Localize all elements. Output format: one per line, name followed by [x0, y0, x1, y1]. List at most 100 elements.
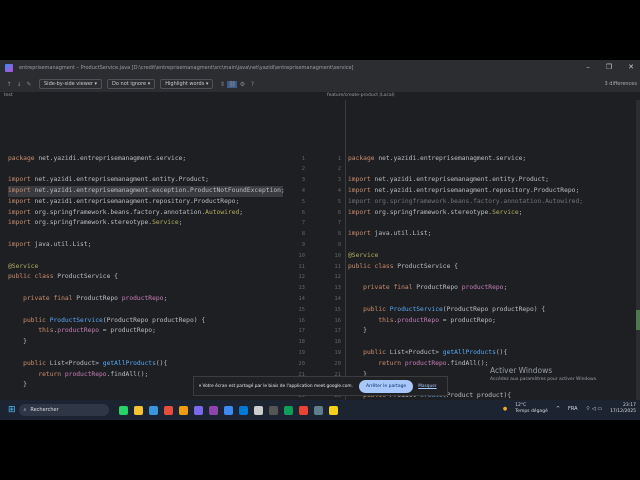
right-file-header: feature/create-product (Local)	[327, 93, 395, 98]
highlight-dropdown[interactable]: Highlight words ▾	[160, 79, 214, 89]
next-difference-icon[interactable]: ↓	[14, 81, 24, 88]
line-number: 12	[334, 274, 341, 281]
stop-sharing-button[interactable]: Arrêter le partage	[358, 379, 414, 393]
code-token: .findAll();	[446, 359, 489, 367]
clock[interactable]: 23:17 17/12/2025	[610, 403, 636, 415]
code-token: net.yazidi.entreprisemanagment.service;	[378, 154, 527, 162]
taskbar-search[interactable]: ⌕ Rechercher	[18, 404, 109, 416]
scrollbar[interactable]	[636, 100, 640, 400]
search-icon: ⌕	[23, 407, 27, 413]
code-token: return	[8, 370, 65, 378]
line-number: 1	[301, 155, 305, 162]
line-number: 4	[301, 188, 305, 194]
code-token: productRepo	[64, 370, 107, 378]
code-token: public	[8, 359, 50, 367]
line-number: 2	[337, 166, 341, 173]
intellij-logo-icon	[5, 64, 13, 72]
line-number: 6	[337, 209, 341, 216]
line-number: 3	[337, 177, 341, 184]
wifi-volume-battery-icon[interactable]: ⌔ ◁ ▭	[586, 406, 602, 412]
taskbar-app-icon[interactable]	[148, 405, 158, 415]
hide-button[interactable]: Masquer	[418, 384, 436, 389]
code-token: ;	[503, 284, 508, 292]
settings-icon[interactable]: ⚙	[237, 81, 247, 88]
code-token: ;	[239, 208, 244, 216]
editor-divider	[345, 100, 346, 400]
chevron-up-icon[interactable]: ^	[556, 406, 560, 412]
taskbar-app-icon[interactable]	[283, 405, 293, 415]
taskbar-app-icon[interactable]	[298, 405, 308, 415]
code-token: public class	[8, 273, 58, 281]
taskbar-app-icon[interactable]	[223, 405, 233, 415]
line-number: 17	[298, 328, 305, 335]
line-number: 14	[334, 296, 341, 302]
left-editor[interactable]: package net.yazidi.entreprisemanagment.s…	[8, 100, 285, 400]
taskbar-app-icon[interactable]	[328, 405, 338, 415]
code-token: import	[8, 219, 35, 227]
taskbar-app-icon[interactable]	[208, 405, 218, 415]
ignore-dropdown[interactable]: Do not ignore ▾	[107, 79, 156, 89]
help-icon[interactable]: ?	[247, 81, 257, 88]
code-line: import java.util.List;	[8, 240, 283, 251]
left-file-header: test	[4, 93, 13, 98]
code-token: net.yazidi.entreprisemanagment.repositor…	[34, 197, 240, 205]
code-line: }	[8, 337, 283, 348]
code-token: net.yazidi.entreprisemanagment.repositor…	[374, 187, 580, 194]
code-line: import net.yazidi.entreprisemanagment.en…	[348, 175, 634, 186]
code-token: }	[8, 381, 27, 389]
close-button[interactable]: ✕	[628, 63, 634, 71]
code-token: import	[8, 208, 35, 216]
line-number: 18	[334, 339, 341, 346]
code-line: package net.yazidi.entreprisemanagment.s…	[348, 154, 634, 165]
previous-difference-icon[interactable]: ↑	[4, 81, 14, 88]
code-token: (ProductRepo productRepo) {	[442, 305, 546, 313]
code-token: import	[8, 176, 35, 184]
minimize-button[interactable]: –	[586, 63, 590, 71]
taskbar-app-icon[interactable]	[313, 405, 323, 415]
code-token: = productRepo;	[439, 316, 496, 324]
taskbar-app-icon[interactable]	[238, 405, 248, 415]
maximize-button[interactable]: ❐	[606, 63, 612, 71]
collapse-icon[interactable]: ⇕	[217, 81, 227, 88]
code-token: productRepo	[57, 327, 99, 335]
line-number: 7	[337, 220, 341, 227]
code-token: package	[348, 154, 379, 162]
line-number: 9	[301, 242, 305, 248]
windows-start-icon[interactable]: ⊞	[8, 405, 16, 415]
line-number: 3	[301, 177, 305, 184]
taskbar-app-icon[interactable]	[178, 405, 188, 415]
taskbar-app-icon[interactable]	[163, 405, 173, 415]
code-token: org.springframework.beans.factory.annota…	[34, 208, 206, 216]
ide-window: entreprisemanagment – ProductService.jav…	[0, 60, 640, 400]
code-token: Service	[152, 219, 179, 227]
line-number: 2	[301, 166, 305, 173]
edit-icon[interactable]: ✎	[24, 81, 34, 88]
code-token: import	[348, 230, 375, 238]
viewer-dropdown[interactable]: Side-by-side viewer ▾	[39, 79, 103, 89]
lang-indicator[interactable]: FRA	[568, 406, 578, 412]
code-token: .findAll();	[106, 370, 149, 378]
taskbar-app-icon[interactable]	[193, 405, 203, 415]
code-token: @Service	[348, 251, 379, 259]
code-token: ProductService	[49, 316, 103, 324]
code-token: java.util.List;	[374, 230, 432, 238]
line-number: 9	[337, 242, 341, 248]
line-number: 11	[334, 263, 341, 270]
code-line: @Service	[348, 251, 634, 262]
line-number: 19	[298, 350, 305, 356]
code-token: ;	[163, 295, 168, 302]
right-editor[interactable]: package net.yazidi.entreprisemanagment.s…	[348, 100, 634, 400]
window-title: entreprisemanagment – ProductService.jav…	[19, 65, 354, 71]
taskbar-app-icon[interactable]	[118, 405, 128, 415]
taskbar-app-icon[interactable]	[253, 405, 263, 415]
taskbar-app-icon[interactable]	[268, 405, 278, 415]
code-token: ProductRepo	[416, 284, 462, 292]
line-number: 16	[298, 317, 305, 324]
taskbar-app-icon[interactable]	[133, 405, 143, 415]
sync-scroll-icon[interactable]: ⛓	[227, 80, 238, 88]
